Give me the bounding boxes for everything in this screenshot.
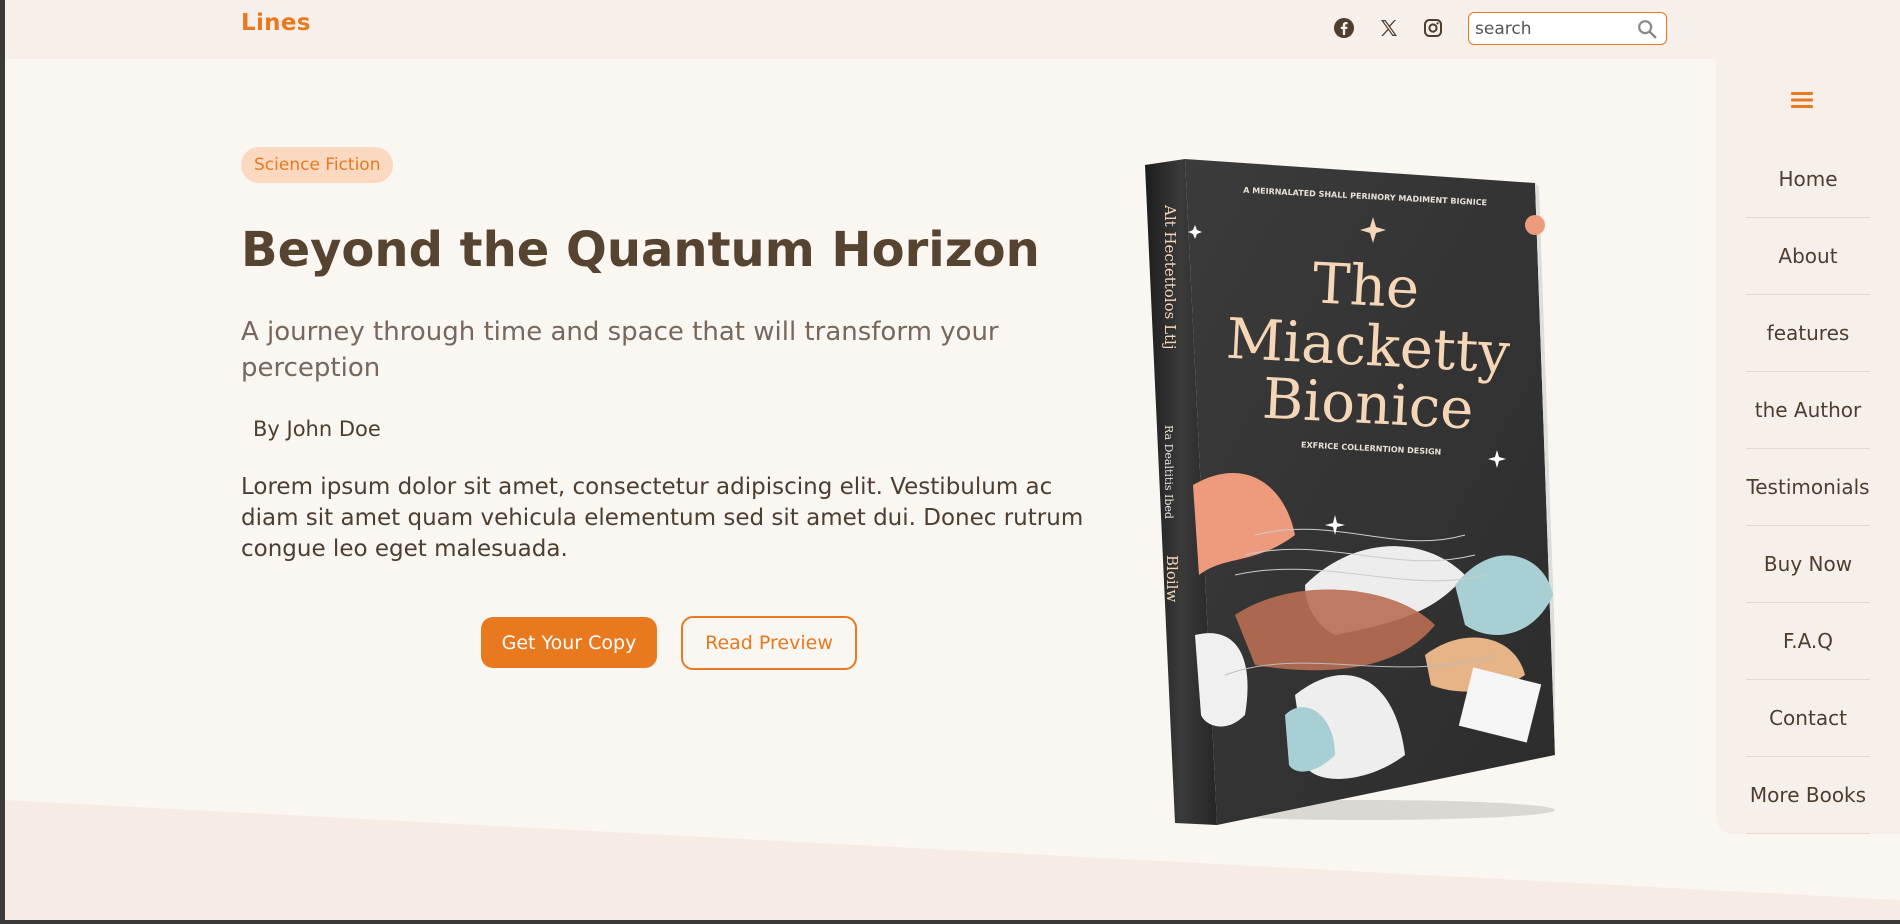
background-wave bbox=[5, 800, 1900, 920]
nav-item-features[interactable]: features bbox=[1746, 295, 1870, 372]
nav-item-testimonials[interactable]: Testimonials bbox=[1746, 449, 1870, 526]
spine-subtitle: Ra Dealtitis Ibed bbox=[1162, 425, 1175, 519]
read-preview-button[interactable]: Read Preview bbox=[681, 616, 857, 670]
nav-item-faq[interactable]: F.A.Q bbox=[1746, 603, 1870, 680]
spine-bottom: Bloilw bbox=[1163, 555, 1181, 602]
search-icon[interactable] bbox=[1636, 18, 1658, 40]
nav-item-the-author[interactable]: the Author bbox=[1746, 372, 1870, 449]
spine-title: Alt Hectettolos Ltlj bbox=[1161, 204, 1179, 350]
book-cover-image: A MEIRNALATED SHALL PERINORY MADIMENT BI… bbox=[1145, 159, 1555, 825]
top-bar: Lines bbox=[5, 0, 1900, 59]
get-your-copy-button[interactable]: Get Your Copy bbox=[481, 617, 657, 668]
cover-title-line3: Bionice bbox=[1261, 367, 1475, 443]
x-twitter-icon[interactable] bbox=[1377, 16, 1401, 40]
facebook-icon[interactable] bbox=[1332, 16, 1356, 40]
page: Lines Science Fiction Beyond the Quantum… bbox=[5, 0, 1900, 920]
hamburger-icon[interactable] bbox=[1787, 85, 1817, 115]
hero-subtitle: A journey through time and space that wi… bbox=[241, 317, 999, 383]
search-box bbox=[1468, 12, 1667, 45]
nav-item-about[interactable]: About bbox=[1746, 218, 1870, 295]
book-author: By John Doe bbox=[253, 417, 381, 441]
search-input[interactable] bbox=[1475, 17, 1625, 41]
instagram-icon[interactable] bbox=[1421, 16, 1445, 40]
nav-item-contact[interactable]: Contact bbox=[1746, 680, 1870, 757]
nav-item-buy-now[interactable]: Buy Now bbox=[1746, 526, 1870, 603]
nav-item-more-books[interactable]: More Books bbox=[1746, 757, 1870, 834]
book-description: Lorem ipsum dolor sit amet, consectetur … bbox=[241, 474, 1084, 562]
nav-item-home[interactable]: Home bbox=[1746, 141, 1870, 218]
side-navigation: Home About features the Author Testimoni… bbox=[1716, 59, 1900, 834]
site-logo[interactable]: Lines bbox=[241, 10, 311, 36]
hero-title: Beyond the Quantum Horizon bbox=[241, 222, 1040, 278]
genre-badge: Science Fiction bbox=[241, 147, 394, 183]
